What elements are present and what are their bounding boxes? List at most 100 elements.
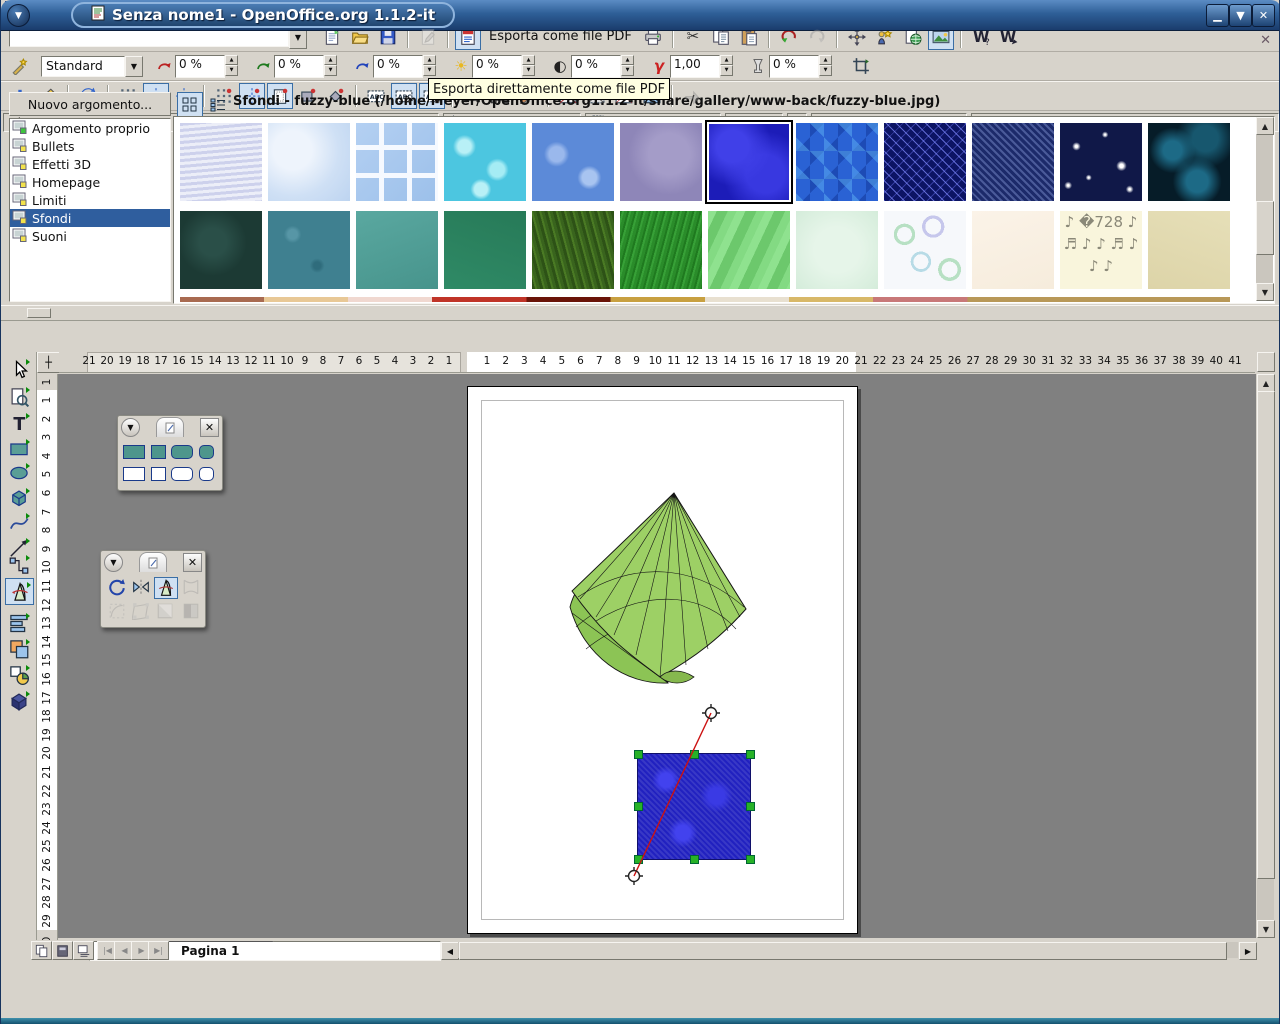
gallery-topic-limiti[interactable]: Limiti <box>10 191 170 209</box>
stepper-down-icon[interactable]: ▼ <box>819 65 832 76</box>
brightness-value[interactable]: 0 % <box>472 55 522 78</box>
tool-insert[interactable] <box>5 662 32 687</box>
stepper-up-icon[interactable]: ▲ <box>522 55 535 66</box>
effect-gradient[interactable] <box>180 601 202 621</box>
gamma-stepper[interactable]: ▲▼ <box>720 55 733 76</box>
thumbnail-grass-green[interactable] <box>620 211 702 289</box>
thumbnail-speckle-mint[interactable] <box>796 211 878 289</box>
effect-rotate-3d[interactable] <box>154 577 178 599</box>
filter-icon[interactable] <box>7 53 33 79</box>
transparency-value[interactable]: 0 % <box>769 55 819 78</box>
thumbnail-denim-navy[interactable] <box>972 123 1054 201</box>
brightness-stepper[interactable]: ▲▼ <box>522 55 535 76</box>
gallery-topic-sfondi[interactable]: Sfondi <box>10 209 170 227</box>
hscroll-right-icon[interactable]: ▶ <box>1239 942 1257 960</box>
rotation-axis[interactable] <box>616 700 746 890</box>
thumbnail-waves-light-green[interactable] <box>708 211 790 289</box>
tool-objects-3d[interactable] <box>5 485 32 510</box>
tool-arrange[interactable] <box>5 636 32 661</box>
detail-view-icon[interactable] <box>205 92 231 118</box>
crop-icon[interactable] <box>848 53 874 79</box>
thumbnail-blobs-dark-teal[interactable] <box>1148 123 1230 201</box>
gallery-topic-homepage[interactable]: Homepage <box>10 173 170 191</box>
palette-menu-icon[interactable]: ▼ <box>104 553 123 572</box>
close-button[interactable]: ✕ <box>1252 4 1275 27</box>
tool-text[interactable]: T <box>5 410 32 435</box>
thumbnail-rough-dark-teal[interactable] <box>180 211 262 289</box>
hscrollbar-thumb[interactable] <box>459 942 1227 960</box>
scroll-up-icon[interactable]: ▲ <box>1257 374 1275 392</box>
red-stepper[interactable]: ▲▼ <box>225 55 238 76</box>
stepper-up-icon[interactable]: ▲ <box>621 55 634 66</box>
thumbnail-tiles-blue[interactable] <box>356 123 438 201</box>
palette-close-icon[interactable]: ✕ <box>200 418 219 437</box>
effect-transparency[interactable] <box>154 601 176 621</box>
blue-stepper[interactable]: ▲▼ <box>423 55 436 76</box>
titlebar[interactable]: ▼ Senza nome1 - OpenOffice.org 1.1.2-it … <box>1 0 1280 31</box>
document-close-icon[interactable]: ✕ <box>1260 33 1271 48</box>
thumbnail-clouds-blue[interactable] <box>268 123 350 201</box>
selection-handle[interactable] <box>746 802 755 811</box>
tool-connector[interactable] <box>5 552 32 577</box>
palette-tearoff-icon[interactable] <box>156 417 184 437</box>
stepper-up-icon[interactable]: ▲ <box>720 55 733 66</box>
tool-zoom[interactable] <box>5 384 32 409</box>
tool-rectangle[interactable] <box>5 436 32 461</box>
canvas-vscrollbar[interactable]: ▲ ▼ <box>1257 374 1274 938</box>
tool-ellipse[interactable] <box>5 460 32 485</box>
graphics-mode-dropdown-icon[interactable]: ▼ <box>125 56 143 77</box>
palette-tearoff-icon[interactable] <box>139 552 167 572</box>
outline-rounded-rect[interactable] <box>171 464 193 484</box>
tool-controller-3d[interactable] <box>5 688 32 713</box>
gallery-topic-effetti-3d[interactable]: Effetti 3D <box>10 155 170 173</box>
lathe-3d-object[interactable] <box>556 487 761 692</box>
palette-close-icon[interactable]: ✕ <box>183 553 202 572</box>
stepper-down-icon[interactable]: ▼ <box>423 65 436 76</box>
layer-mode-button[interactable] <box>73 941 94 960</box>
stepper-down-icon[interactable]: ▼ <box>621 65 634 76</box>
vscrollbar-thumb[interactable] <box>1257 391 1275 879</box>
ruler-origin-button[interactable]: ┼ <box>37 352 60 373</box>
green-value[interactable]: 0 % <box>274 55 324 78</box>
effect-set-to-circle[interactable] <box>106 601 128 621</box>
palette-header[interactable]: ▼ ✕ <box>101 551 205 573</box>
stepper-up-icon[interactable]: ▲ <box>423 55 436 66</box>
thumbnail-fabric-lavender[interactable] <box>180 123 262 201</box>
page-nav-last-icon[interactable]: ▶| <box>148 941 169 960</box>
thumbnail-water-cyan[interactable] <box>444 123 526 201</box>
filled-square[interactable] <box>147 442 169 462</box>
palette-menu-icon[interactable]: ▼ <box>121 418 140 437</box>
exit-all-groups-icon[interactable] <box>679 83 705 109</box>
thumbnail-maze-navy[interactable] <box>884 123 966 201</box>
filled-rounded-rect[interactable] <box>171 442 193 462</box>
tool-alignment[interactable] <box>5 610 32 635</box>
gallery-splitter[interactable] <box>1 305 1280 321</box>
blue-value[interactable]: 0 % <box>373 55 423 78</box>
thumbnail-squares-blue[interactable] <box>796 123 878 201</box>
filled-rounded-square[interactable] <box>195 442 217 462</box>
page-tab[interactable]: Pagina 1 <box>167 941 287 959</box>
outline-rect[interactable] <box>123 464 145 484</box>
filled-rect[interactable] <box>123 442 145 462</box>
vertical-ruler[interactable]: 1123456789101112131415161718192021222324… <box>37 374 58 950</box>
stepper-up-icon[interactable]: ▲ <box>225 55 238 66</box>
thumbnail-notes-music[interactable]: ♪ �728 ♪ ♬ ♪ ♪ ♬ ♪ ♪ ♪ <box>1060 211 1142 289</box>
redo-icon[interactable] <box>804 24 830 50</box>
window-menu-button[interactable]: ▼ <box>7 4 30 27</box>
splitter-grip[interactable] <box>27 308 51 318</box>
thumbnail-drops-teal[interactable] <box>268 211 350 289</box>
thumbnail-speckle-cream[interactable] <box>972 211 1054 289</box>
gallery-scroll-up-icon[interactable]: ▲ <box>1256 117 1274 135</box>
stepper-down-icon[interactable]: ▼ <box>720 65 733 76</box>
rectangles-palette[interactable]: ▼ ✕ <box>117 415 223 491</box>
hscroll-left-icon[interactable]: ◀ <box>441 942 459 960</box>
scroll-down-icon[interactable]: ▼ <box>1257 920 1275 938</box>
tool-effects[interactable] <box>5 578 34 605</box>
maximize-button[interactable]: ▼ <box>1229 4 1252 27</box>
scrollbar-corner-button[interactable] <box>1257 352 1274 372</box>
gallery-scrollbar[interactable]: ▲ ▼ <box>1256 117 1273 301</box>
stepper-down-icon[interactable]: ▼ <box>522 65 535 76</box>
gallery-topic-bullets[interactable]: Bullets <box>10 137 170 155</box>
selection-handle[interactable] <box>746 750 755 759</box>
graphics-mode-select[interactable]: Standard ▼ <box>41 56 143 77</box>
